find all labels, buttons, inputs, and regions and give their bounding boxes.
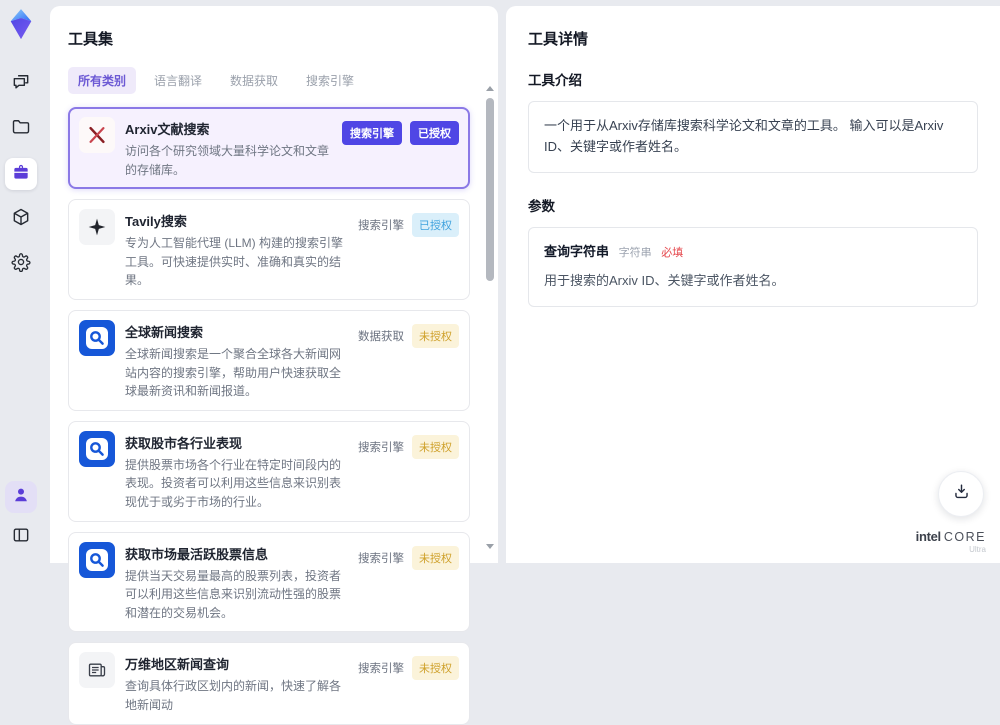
tool-description: 访问各个研究领域大量科学论文和文章的存储库。 [125, 144, 330, 177]
tool-name: 获取市场最活跃股票信息 [125, 546, 269, 562]
intel-core-logo: intel core Ultra [916, 528, 986, 555]
tool-card[interactable]: 万维地区新闻查询 查询具体行政区划内的新闻，快速了解各地新闻动 搜索引擎 未授权 [68, 642, 470, 725]
scroll-up-arrow[interactable] [486, 86, 494, 91]
tool-description: 查询具体行政区划内的新闻，快速了解各地新闻动 [125, 679, 342, 712]
sidebar [0, 0, 42, 563]
tool-category-tag: 数据获取 [358, 330, 404, 343]
scroll-down-arrow[interactable] [486, 544, 494, 549]
folder-icon [11, 117, 31, 142]
params-section-title: 参数 [528, 198, 555, 214]
parameter-description: 用于搜索的Arxiv ID、关键字或作者姓名。 [544, 273, 785, 289]
user-icon [11, 485, 31, 510]
tool-category-tag: 搜索引擎 [342, 121, 402, 145]
sidebar-item-account[interactable] [5, 481, 37, 513]
tool-name: Arxiv文献搜索 [125, 122, 210, 137]
tool-card[interactable]: 全球新闻搜索 全球新闻搜索是一个聚合全球各大新闻网站内容的搜索引擎，帮助用户快速… [68, 309, 470, 411]
tool-tags: 搜索引擎 已授权 [342, 117, 459, 179]
tab-1[interactable]: 语言翻译 [144, 67, 212, 94]
tool-category-tag: 搜索引擎 [358, 552, 404, 565]
detail-panel-title: 工具详情 [528, 31, 589, 48]
tab-0[interactable]: 所有类别 [68, 67, 137, 94]
parameter-type: 字符串 [618, 246, 652, 259]
tool-detail-panel: 工具详情 工具介绍 一个用于从Arxiv存储库搜索科学论文和文章的工具。 输入可… [506, 6, 1000, 563]
tool-auth-badge: 已授权 [410, 121, 459, 145]
tool-name: Tavily搜索 [125, 214, 187, 230]
tool-auth-badge: 未授权 [412, 323, 459, 348]
core-brand-text: core [943, 529, 986, 544]
tool-description: 提供股票市场各个行业在特定时间段内的表现。投资者可以利用这些信息来识别表现优于或… [125, 457, 342, 509]
sidebar-item-files[interactable] [5, 113, 37, 145]
category-tabs: 所有类别 语言翻译 数据获取 搜索引擎 [68, 67, 484, 94]
sidebar-item-toolbox[interactable] [5, 158, 37, 190]
tool-card[interactable]: Tavily搜索 专为人工智能代理 (LLM) 构建的搜索引擎工具。可快速提供实… [68, 199, 470, 300]
sparkle-icon [79, 209, 115, 246]
newspaper-icon [79, 652, 115, 689]
sidebar-nav [5, 68, 37, 280]
sidebar-item-chat[interactable] [5, 68, 37, 100]
intro-section-title: 工具介绍 [528, 73, 582, 88]
toolbox-icon [11, 162, 31, 187]
tool-card[interactable]: 获取股市各行业表现 提供股票市场各个行业在特定时间段内的表现。投资者可以利用这些… [68, 420, 470, 522]
tool-description: 全球新闻搜索是一个聚合全球各大新闻网站内容的搜索引擎，帮助用户快速获取全球最新资… [125, 346, 342, 399]
chat-icon [11, 72, 31, 97]
parameter-name: 查询字符串 [544, 243, 610, 259]
scrollbar-thumb[interactable] [486, 98, 494, 281]
tool-tags: 搜索引擎 未授权 [358, 542, 459, 623]
tool-tags: 搜索引擎 未授权 [358, 652, 459, 714]
tool-name: 万维地区新闻查询 [125, 657, 230, 673]
tool-card[interactable]: 获取市场最活跃股票信息 提供当天交易量最高的股票列表，投资者可以利用这些信息来识… [68, 531, 470, 633]
tool-tags: 搜索引擎 未授权 [358, 431, 459, 512]
tab-2[interactable]: 数据获取 [220, 67, 288, 94]
parameter-box: 查询字符串 字符串 必填 用于搜索的Arxiv ID、关键字或作者姓名。 [528, 226, 978, 308]
tool-category-tag: 搜索引擎 [358, 441, 404, 454]
settings-icon [11, 252, 31, 277]
tool-name: 全球新闻搜索 [125, 324, 204, 340]
download-button[interactable] [938, 471, 984, 517]
tool-card[interactable]: Arxiv文献搜索 访问各个研究领域大量科学论文和文章的存储库。 搜索引擎 已授… [68, 107, 470, 190]
app-logo-icon [6, 8, 36, 42]
tool-category-tag: 搜索引擎 [358, 663, 404, 676]
tool-intro-text: 一个用于从Arxiv存储库搜索科学论文和文章的工具。 输入可以是Arxiv ID… [544, 118, 944, 154]
tool-tags: 数据获取 未授权 [358, 320, 459, 401]
list-scrollbar [485, 86, 495, 549]
magnifier-app-icon [79, 430, 115, 467]
magnifier-app-icon [79, 319, 115, 356]
tool-description: 提供当天交易量最高的股票列表，投资者可以利用这些信息来识别流动性强的股票和潜在的… [125, 568, 342, 620]
tool-auth-badge: 未授权 [412, 656, 459, 681]
tool-tags: 搜索引擎 已授权 [358, 209, 459, 290]
download-icon [952, 482, 971, 506]
tool-intro-box: 一个用于从Arxiv存储库搜索科学论文和文章的工具。 输入可以是Arxiv ID… [528, 101, 978, 173]
sidebar-item-packages[interactable] [5, 203, 37, 235]
panel-toggle-icon [11, 525, 31, 550]
tool-category-tag: 搜索引擎 [358, 220, 404, 233]
tool-auth-badge: 未授权 [412, 434, 459, 459]
tool-auth-badge: 未授权 [412, 545, 459, 570]
sidebar-bottom [5, 481, 37, 563]
tools-panel: 工具集 所有类别 语言翻译 数据获取 搜索引擎 Arxiv文献搜索 访问各个研究领域大… [50, 6, 498, 725]
tool-name: 获取股市各行业表现 [125, 435, 243, 451]
intel-brand-text: intel [915, 528, 942, 544]
arxiv-x-icon [79, 117, 115, 153]
tools-panel-title: 工具集 [68, 31, 114, 48]
parameter-required-badge: 必填 [661, 246, 684, 259]
tool-list: Arxiv文献搜索 访问各个研究领域大量科学论文和文章的存储库。 搜索引擎 已授… [68, 107, 484, 725]
tool-description: 专为人工智能代理 (LLM) 构建的搜索引擎工具。可快速提供实时、准确和真实的结… [125, 236, 344, 288]
tool-auth-badge: 已授权 [412, 213, 459, 238]
sidebar-item-collapse[interactable] [5, 521, 37, 553]
magnifier-app-icon [79, 541, 115, 578]
package-icon [11, 207, 31, 232]
parameter-header: 查询字符串 字符串 必填 [544, 242, 962, 263]
sidebar-item-settings[interactable] [5, 248, 37, 280]
tab-3[interactable]: 搜索引擎 [296, 67, 364, 94]
tier-brand-text: Ultra [969, 545, 986, 555]
